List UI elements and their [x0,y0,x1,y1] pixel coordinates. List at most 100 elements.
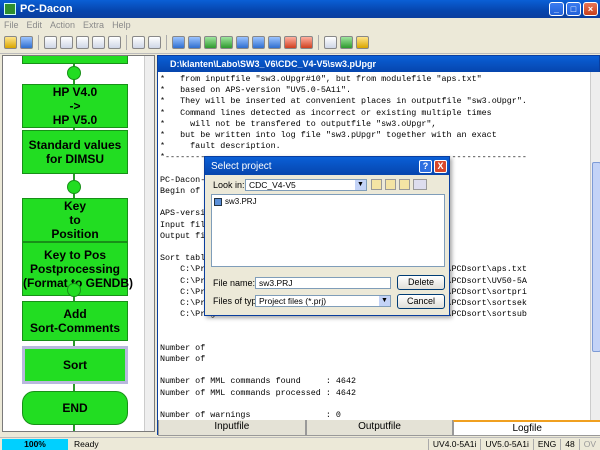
status-mode: OV [578,438,600,450]
flow-node-end[interactable]: END [22,391,128,425]
filetype-value: Project files (*.prj) [259,296,327,306]
tool-10-icon[interactable] [324,36,337,49]
log-line: Number of MML commands processed : 4642 [160,387,357,398]
filename-input[interactable]: sw3.PRJ [255,277,391,289]
status-version-from: UV4.0-5A1i [427,438,480,450]
menu-file[interactable]: File [4,20,19,30]
tool-12-icon[interactable] [356,36,369,49]
log-line: * from inputfile "sw3.oUpgr#10", but fro… [160,74,482,84]
flow-node-label: END [62,401,88,415]
save-icon[interactable] [20,36,33,49]
menu-help[interactable]: Help [112,20,131,30]
file-list: sw3.PRJ [211,194,445,267]
tool-3-icon[interactable] [204,36,217,49]
log-line: * fault description. [160,141,281,152]
flow-node-label: Add Sort-Comments [29,307,120,335]
flow-node-sort[interactable]: Sort [22,346,128,384]
open-icon[interactable] [4,36,17,49]
menu-action[interactable]: Action [50,20,75,30]
filename-label: File name: [213,278,256,288]
list-item[interactable]: sw3.PRJ [214,197,442,206]
chevron-down-icon[interactable]: ▼ [355,180,366,190]
new-folder-icon[interactable] [399,179,410,190]
toolbar-separator [38,35,39,50]
lookin-combo[interactable]: CDC_V4-V5 ▼ [245,179,367,191]
status-language: ENG [532,438,560,450]
flow-node-add-sort-comments[interactable]: Add Sort-Comments [22,301,128,341]
tool-8-icon[interactable] [284,36,297,49]
flow-connector [67,66,81,80]
status-version-to: UV5.0-5A1i [480,438,532,450]
dialog-title-bar: Select project ? X [205,157,449,175]
close-button[interactable]: × [583,2,598,16]
dialog-title: Select project [211,160,272,172]
filetype-select[interactable]: Project files (*.prj) ▼ [255,295,391,307]
redo-icon[interactable] [108,36,121,49]
progress-bar: 100% [2,438,68,450]
tool-11-icon[interactable] [340,36,353,49]
tool-5-icon[interactable] [236,36,249,49]
tab-inputfile[interactable]: Inputfile [158,420,306,436]
flow-node-label: Standard values for DIMSU [28,138,122,166]
lookin-label: Look in: [213,180,245,190]
tab-outputfile[interactable]: Outputfile [305,420,454,436]
tool-7-icon[interactable] [268,36,281,49]
flow-node-label: Sort [63,358,87,372]
dialog-close-icon[interactable]: X [434,159,447,173]
view-menu-icon[interactable] [413,179,427,190]
flow-node-hp-upgrade[interactable]: HP V4.0 -> HP V5.0 [22,84,128,128]
minimize-button[interactable]: _ [549,2,564,16]
maximize-button[interactable]: □ [566,2,581,16]
flow-node-standard-values[interactable]: Standard values for DIMSU [22,130,128,174]
status-bar: 100% Ready UV4.0-5A1i UV5.0-5A1i ENG 48 … [0,437,600,450]
flow-node-label: Key to Position [51,199,99,241]
back-icon[interactable] [371,179,382,190]
project-file-icon [214,197,222,206]
file-tabs: Inputfile Outputfile Logfile [158,420,600,436]
cut-icon[interactable] [44,36,57,49]
log-line: * based on APS-version "UV5.0-5A1i". [160,85,351,96]
select-project-dialog: Select project ? X Look in: CDC_V4-V5 ▼ s… [204,156,450,316]
tool-2-icon[interactable] [188,36,201,49]
paste-icon[interactable] [76,36,89,49]
delete-button[interactable]: Delete [397,275,445,290]
find-icon[interactable] [148,36,161,49]
log-line: * They will be inserted at convenient pl… [160,96,527,107]
log-line: Number of [160,354,206,365]
flow-node-key-to-position[interactable]: Key to Position [22,198,128,242]
cancel-button[interactable]: Cancel [397,294,445,309]
file-item-label: sw3.PRJ [225,197,257,206]
logfile-window-title: D:\klanten\Labo\SW3_V6\CDC_V4-V5\sw3.pUp… [158,56,599,72]
undo-icon[interactable] [92,36,105,49]
toolbar [0,32,600,54]
status-count: 48 [560,438,578,450]
title-bar: PC-Dacon _ □ × [0,0,600,18]
flow-node-top-partial[interactable] [22,56,128,64]
tool-1-icon[interactable] [172,36,185,49]
filename-value: sw3.PRJ [259,278,293,288]
flow-node-label: HP V4.0 -> HP V5.0 [52,85,98,127]
menu-edit[interactable]: Edit [27,20,43,30]
print-icon[interactable] [132,36,145,49]
tool-4-icon[interactable] [220,36,233,49]
menu-extra[interactable]: Extra [83,20,104,30]
tool-6-icon[interactable] [252,36,265,49]
up-folder-icon[interactable] [385,179,396,190]
flowchart-scrollbar[interactable] [144,56,154,431]
copy-icon[interactable] [60,36,73,49]
scrollbar-thumb[interactable] [592,162,600,352]
tool-9-icon[interactable] [300,36,313,49]
help-icon[interactable]: ? [419,159,432,173]
toolbar-separator [126,35,127,50]
editor-scrollbar[interactable] [590,72,600,420]
log-line: Number of warnings : 0 [160,410,341,420]
chevron-down-icon[interactable]: ▼ [379,296,390,306]
log-line: * will not be transfered to outputfile "… [160,118,437,129]
flow-connector [67,180,81,194]
tab-logfile[interactable]: Logfile [453,420,600,436]
flowchart-panel: HP V4.0 -> HP V5.0 Standard values for D… [2,55,155,432]
app-title: PC-Dacon [20,3,73,15]
